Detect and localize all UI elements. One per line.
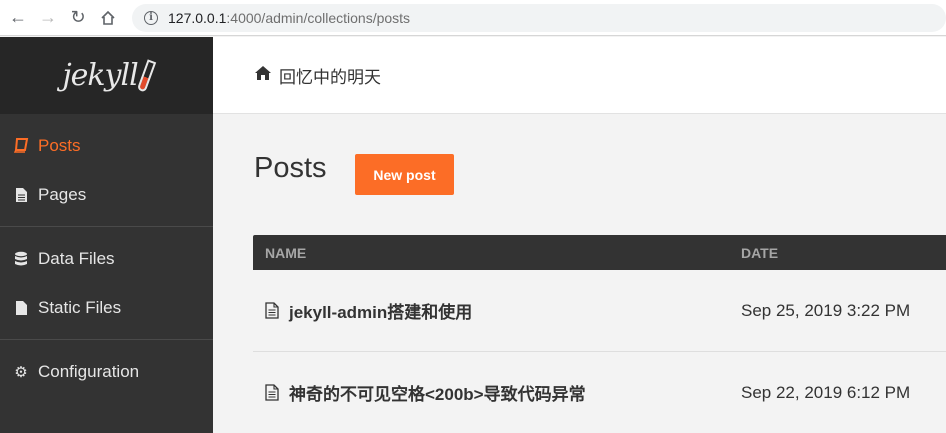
nav-group-settings: ⚙ Configuration bbox=[0, 340, 213, 403]
site-info-icon[interactable]: i bbox=[144, 10, 158, 25]
page-title: Posts bbox=[254, 152, 327, 184]
sidebar-item-label: Data Files bbox=[38, 248, 115, 268]
sidebar-item-data-files[interactable]: Data Files bbox=[0, 234, 213, 283]
forward-arrow-icon[interactable]: → bbox=[34, 4, 62, 32]
post-title: jekyll-admin搭建和使用 bbox=[289, 303, 473, 322]
column-header-name[interactable]: NAME bbox=[253, 245, 741, 261]
sidebar-item-configuration[interactable]: ⚙ Configuration bbox=[0, 347, 213, 396]
url-text: 127.0.0.1:4000/admin/collections/posts bbox=[168, 9, 411, 26]
sidebar-item-label: Configuration bbox=[38, 361, 140, 381]
nav-group-files: Data Files Static Files bbox=[0, 227, 213, 340]
file-text-icon bbox=[13, 187, 29, 203]
column-header-date[interactable]: DATE bbox=[741, 245, 778, 261]
document-icon bbox=[265, 384, 279, 401]
sidebar-item-label: Static Files bbox=[38, 297, 122, 317]
post-title: 神奇的不可见空格<200b>导致代码异常 bbox=[289, 385, 586, 404]
sidebar-item-pages[interactable]: Pages bbox=[0, 170, 213, 219]
reload-icon[interactable]: ↻ bbox=[64, 4, 92, 32]
home-button-icon[interactable] bbox=[94, 4, 122, 32]
address-bar[interactable]: i 127.0.0.1:4000/admin/collections/posts bbox=[132, 3, 946, 32]
new-post-button[interactable]: New post bbox=[355, 154, 454, 195]
table-row[interactable]: jekyll-admin搭建和使用 Sep 25, 2019 3:22 PM bbox=[253, 270, 946, 352]
top-header: 回忆中的明天 bbox=[213, 37, 946, 114]
sidebar-item-label: Pages bbox=[38, 184, 87, 204]
book-icon bbox=[13, 138, 29, 154]
file-icon bbox=[13, 300, 29, 316]
sidebar-item-posts[interactable]: Posts bbox=[0, 121, 213, 170]
sidebar-item-label: Posts bbox=[38, 135, 81, 155]
table-row[interactable]: 神奇的不可见空格<200b>导致代码异常 Sep 22, 2019 6:12 P… bbox=[253, 352, 946, 433]
post-date: Sep 25, 2019 3:22 PM bbox=[741, 300, 911, 320]
site-title[interactable]: 回忆中的明天 bbox=[279, 63, 381, 88]
sidebar: jekyll Posts Pages Data Files Static Fil… bbox=[0, 37, 213, 433]
post-date: Sep 22, 2019 6:12 PM bbox=[741, 382, 911, 402]
post-name-cell[interactable]: jekyll-admin搭建和使用 bbox=[253, 298, 741, 323]
test-tube-icon bbox=[136, 58, 156, 93]
nav-group-content: Posts Pages bbox=[0, 114, 213, 227]
gear-icon: ⚙ bbox=[14, 363, 28, 381]
home-icon[interactable] bbox=[255, 65, 271, 85]
posts-table: NAME DATE jekyll-admin搭建和使用 Sep 25, 2019… bbox=[253, 235, 946, 433]
main-content: Posts New post NAME DATE jekyll-admin搭建和… bbox=[213, 114, 946, 433]
database-icon bbox=[13, 251, 29, 267]
sidebar-item-static-files[interactable]: Static Files bbox=[0, 283, 213, 332]
browser-toolbar: ← → ↻ i 127.0.0.1:4000/admin/collections… bbox=[0, 0, 946, 36]
back-arrow-icon[interactable]: ← bbox=[4, 4, 32, 32]
table-header: NAME DATE bbox=[253, 235, 946, 270]
post-name-cell[interactable]: 神奇的不可见空格<200b>导致代码异常 bbox=[253, 380, 741, 405]
jekyll-logo[interactable]: jekyll bbox=[0, 37, 213, 114]
document-icon bbox=[265, 302, 279, 319]
